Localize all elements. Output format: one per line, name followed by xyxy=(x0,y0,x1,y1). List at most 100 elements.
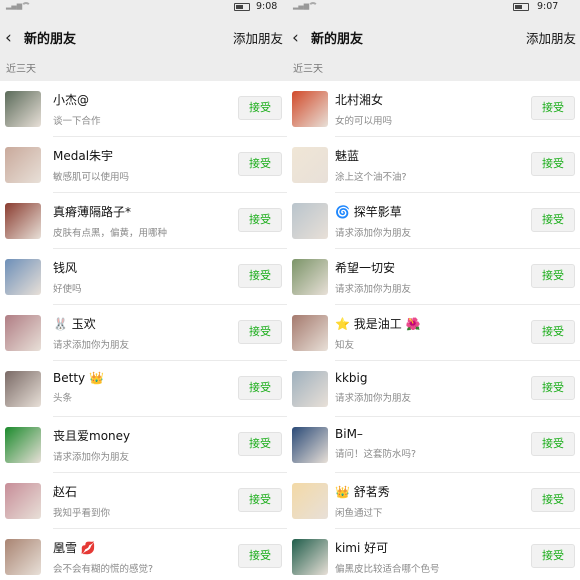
status-bar: ▂▄▆ 9:08 xyxy=(0,0,287,14)
friend-request-list: 小杰@ 谈一下合作 接受 Medal朱宇 敏感肌可以使用吗 接受 真瘠薄隔路子* 皮肤有点黑，… xyxy=(0,81,287,580)
friend-request-row[interactable]: Betty 👑 头条 接受 xyxy=(0,361,287,417)
accept-button[interactable]: 接受 xyxy=(238,96,282,120)
back-arrow-icon[interactable]: ‹ xyxy=(287,28,309,48)
request-info: 希望一切安 请求添加你为朋友 xyxy=(335,259,520,295)
request-message: 涂上这个油不油? xyxy=(335,172,407,183)
accept-button[interactable]: 接受 xyxy=(238,488,282,512)
friend-request-row[interactable]: BiM– 请问！这套防水吗? 接受 xyxy=(287,417,580,473)
accept-button[interactable]: 接受 xyxy=(531,432,575,456)
status-time: 9:08 xyxy=(256,1,278,12)
friend-request-row[interactable]: 小杰@ 谈一下合作 接受 xyxy=(0,81,287,137)
avatar[interactable] xyxy=(5,91,41,127)
friend-request-row[interactable]: 凰雪 💋 会不会有糊的慌的感觉? 接受 xyxy=(0,529,287,580)
request-info: Betty 👑 头条 xyxy=(53,371,227,404)
avatar[interactable] xyxy=(5,315,41,351)
avatar[interactable] xyxy=(292,483,328,519)
signal-icon: ▂▄▆ xyxy=(293,2,310,10)
request-message: 谈一下合作 xyxy=(53,116,101,127)
friend-request-row[interactable]: 🌀 探竿影草 请求添加你为朋友 接受 xyxy=(287,193,580,249)
left-phone-screen: ▂▄▆ 9:08 ‹ 新的朋友 添加朋友 近三天 小杰@ 谈一下合作 接受 Medal… xyxy=(0,0,287,580)
avatar[interactable] xyxy=(5,203,41,239)
add-friend-button[interactable]: 添加朋友 xyxy=(526,28,576,47)
accept-button[interactable]: 接受 xyxy=(531,320,575,344)
avatar[interactable] xyxy=(292,91,328,127)
accept-button[interactable]: 接受 xyxy=(238,208,282,232)
avatar[interactable] xyxy=(5,371,41,407)
contact-name: 希望一切安 xyxy=(335,261,396,275)
friend-request-row[interactable]: 魅蓝 涂上这个油不油? 接受 xyxy=(287,137,580,193)
page-title: 新的朋友 xyxy=(24,32,77,47)
avatar[interactable] xyxy=(292,427,328,463)
accept-button[interactable]: 接受 xyxy=(531,488,575,512)
avatar[interactable] xyxy=(5,483,41,519)
contact-name: BiM– xyxy=(335,427,363,441)
avatar[interactable] xyxy=(5,539,41,575)
request-info: 北村湘女 女的可以用吗 xyxy=(335,91,520,127)
avatar[interactable] xyxy=(292,539,328,575)
status-bar: ▂▄▆ 9:07 xyxy=(287,0,580,14)
status-icons: ▂▄▆ xyxy=(6,2,31,10)
status-time: 9:07 xyxy=(537,1,559,12)
request-message: 偏黑皮比较适合哪个色号 xyxy=(335,564,440,575)
friend-request-row[interactable]: 👑 舒茗秀 闲鱼通过下 接受 xyxy=(287,473,580,529)
request-info: 魅蓝 涂上这个油不油? xyxy=(335,147,520,183)
accept-button[interactable]: 接受 xyxy=(238,432,282,456)
friend-request-row[interactable]: 丧且爱money 请求添加你为朋友 接受 xyxy=(0,417,287,473)
request-info: 钱风 好使吗 xyxy=(53,259,227,295)
title-bar: ‹ 新的朋友 添加朋友 xyxy=(0,14,287,61)
avatar[interactable] xyxy=(292,203,328,239)
accept-button[interactable]: 接受 xyxy=(238,152,282,176)
friend-request-row[interactable]: 希望一切安 请求添加你为朋友 接受 xyxy=(287,249,580,305)
accept-button[interactable]: 接受 xyxy=(531,96,575,120)
friend-request-row[interactable]: 真瘠薄隔路子* 皮肤有点黑，偏黄，用哪种 接受 xyxy=(0,193,287,249)
request-message: 闲鱼通过下 xyxy=(335,508,383,519)
friend-request-row[interactable]: kimi 好可 偏黑皮比较适合哪个色号 接受 xyxy=(287,529,580,580)
contact-name: Medal朱宇 xyxy=(53,149,114,163)
avatar[interactable] xyxy=(292,371,328,407)
friend-request-row[interactable]: 赵石 我知乎看到你 接受 xyxy=(0,473,287,529)
friend-request-row[interactable]: kkbig 请求添加你为朋友 接受 xyxy=(287,361,580,417)
request-message: 女的可以用吗 xyxy=(335,116,393,127)
contact-name: Betty 👑 xyxy=(53,371,104,385)
request-message: 请问！这套防水吗? xyxy=(335,449,417,460)
avatar[interactable] xyxy=(292,315,328,351)
accept-button[interactable]: 接受 xyxy=(531,152,575,176)
request-info: 👑 舒茗秀 闲鱼通过下 xyxy=(335,483,520,519)
avatar[interactable] xyxy=(292,147,328,183)
accept-button[interactable]: 接受 xyxy=(531,264,575,288)
friend-request-row[interactable]: 🐰 玉欢 请求添加你为朋友 接受 xyxy=(0,305,287,361)
request-message: 知友 xyxy=(335,340,355,351)
add-friend-button[interactable]: 添加朋友 xyxy=(233,28,283,47)
friend-request-row[interactable]: 钱风 好使吗 接受 xyxy=(0,249,287,305)
right-phone-screen: ▂▄▆ 9:07 ‹ 新的朋友 添加朋友 近三天 北村湘女 女的可以用吗 接受 魅蓝涂… xyxy=(287,0,580,580)
request-info: 赵石 我知乎看到你 xyxy=(53,483,227,519)
contact-name: 🐰 玉欢 xyxy=(53,317,96,331)
status-icons: ▂▄▆ xyxy=(293,2,318,10)
accept-button[interactable]: 接受 xyxy=(531,544,575,568)
accept-button[interactable]: 接受 xyxy=(238,320,282,344)
accept-button[interactable]: 接受 xyxy=(531,376,575,400)
request-message: 好使吗 xyxy=(53,284,82,295)
accept-button[interactable]: 接受 xyxy=(238,544,282,568)
friend-request-row[interactable]: Medal朱宇 敏感肌可以使用吗 接受 xyxy=(0,137,287,193)
request-info: 丧且爱money 请求添加你为朋友 xyxy=(53,427,227,463)
contact-name: 真瘠薄隔路子* xyxy=(53,205,132,219)
request-info: kkbig 请求添加你为朋友 xyxy=(335,371,520,404)
section-header-recent: 近三天 xyxy=(0,61,287,81)
friend-request-row[interactable]: 北村湘女 女的可以用吗 接受 xyxy=(287,81,580,137)
avatar[interactable] xyxy=(5,147,41,183)
battery-icon xyxy=(513,3,529,11)
avatar[interactable] xyxy=(5,259,41,295)
contact-name: ⭐ 我是油工 🌺 xyxy=(335,317,421,331)
back-arrow-icon[interactable]: ‹ xyxy=(0,28,22,48)
contact-name: 凰雪 💋 xyxy=(53,541,96,555)
wifi-icon xyxy=(21,2,31,10)
contact-name: 🌀 探竿影草 xyxy=(335,205,402,219)
title-bar: ‹ 新的朋友 添加朋友 xyxy=(287,14,580,61)
friend-request-row[interactable]: ⭐ 我是油工 🌺 知友 接受 xyxy=(287,305,580,361)
avatar[interactable] xyxy=(5,427,41,463)
avatar[interactable] xyxy=(292,259,328,295)
accept-button[interactable]: 接受 xyxy=(238,376,282,400)
accept-button[interactable]: 接受 xyxy=(531,208,575,232)
accept-button[interactable]: 接受 xyxy=(238,264,282,288)
